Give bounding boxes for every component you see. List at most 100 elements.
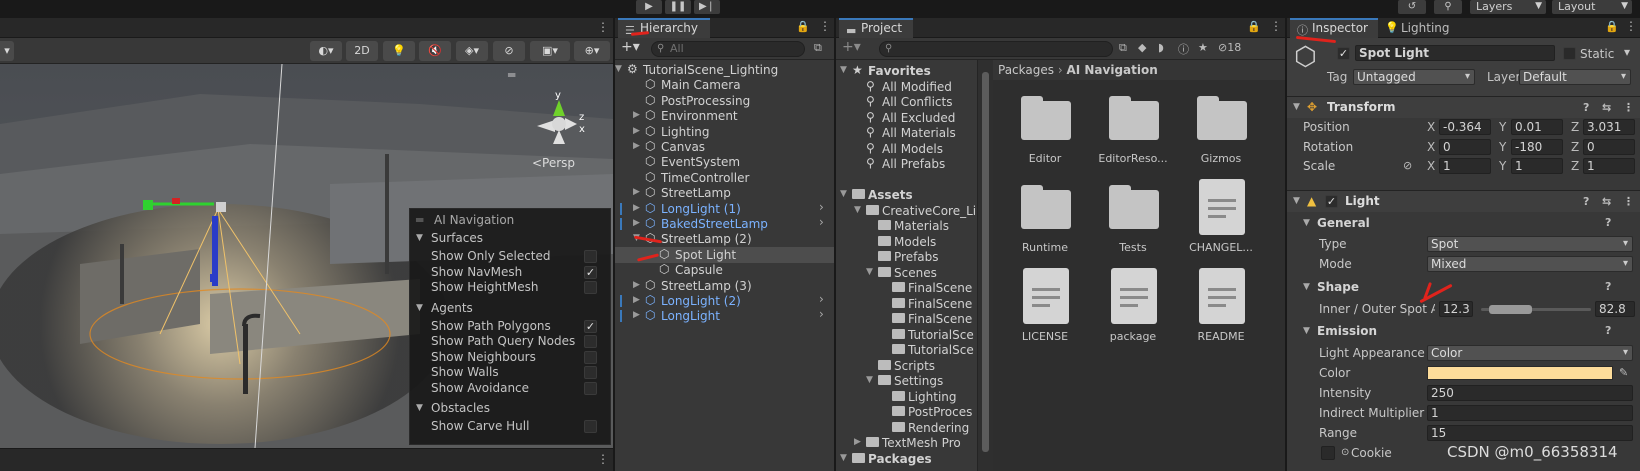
- overlay-option[interactable]: Show Neighbours: [410, 350, 610, 366]
- overlay-option[interactable]: Show HeightMesh: [410, 280, 610, 296]
- intensity-field[interactable]: 250: [1427, 385, 1633, 401]
- asset-item[interactable]: Gizmos: [1179, 90, 1259, 180]
- project-tree-item[interactable]: ▼ CreativeCore_Li: [836, 203, 977, 219]
- rotation-z-field[interactable]: 0: [1583, 138, 1635, 155]
- hierarchy-item[interactable]: ▶ ⬡ StreetLamp: [615, 185, 834, 201]
- overlay-option-checkbox[interactable]: ✓: [584, 319, 597, 333]
- overlay-option[interactable]: Show Walls: [410, 365, 610, 381]
- preset-icon[interactable]: ⇆: [1602, 191, 1611, 212]
- axis-y-label[interactable]: Y: [1499, 159, 1506, 173]
- lighting-toggle-icon[interactable]: 💡: [383, 41, 415, 61]
- add-icon[interactable]: +▾: [621, 39, 640, 55]
- drag-handle-icon[interactable]: ═: [416, 213, 423, 227]
- scale-x-field[interactable]: 1: [1439, 158, 1491, 174]
- mode-2d-toggle[interactable]: 2D: [346, 41, 378, 61]
- project-tree-item[interactable]: FinalScene: [836, 296, 977, 312]
- project-tree-item[interactable]: ⚲ All Modified: [836, 79, 977, 95]
- hierarchy-item[interactable]: ⬡ TimeController: [615, 170, 834, 186]
- project-tree-item[interactable]: Models: [836, 234, 977, 250]
- hidden-objects-icon[interactable]: ⊘: [493, 41, 525, 61]
- help-icon[interactable]: ?: [1605, 280, 1611, 293]
- lock-icon[interactable]: 🔒: [796, 20, 810, 33]
- hierarchy-item[interactable]: ⬡ Capsule: [615, 262, 834, 278]
- mode-dropdown[interactable]: Mixed: [1427, 256, 1633, 272]
- cookie-slot[interactable]: [1321, 446, 1335, 460]
- inner-spot-field[interactable]: 12.3: [1439, 301, 1473, 317]
- axis-z-label[interactable]: Z: [1571, 140, 1579, 154]
- project-search-input[interactable]: ⚲: [879, 41, 1113, 57]
- collapsed-arrow-icon[interactable]: ▶: [633, 203, 640, 213]
- range-field[interactable]: 15: [1427, 425, 1633, 441]
- appearance-dropdown[interactable]: Color: [1427, 345, 1633, 361]
- preset-icon[interactable]: ⇆: [1602, 97, 1611, 118]
- overlay-section-surfaces[interactable]: ▼ Surfaces: [410, 231, 610, 247]
- scale-y-field[interactable]: 1: [1511, 158, 1563, 174]
- spot-angle-slider[interactable]: [1481, 305, 1591, 314]
- tool-dropdown[interactable]: ▾: [0, 41, 14, 61]
- expanded-arrow-icon[interactable]: ▼: [615, 64, 622, 74]
- overlay-option[interactable]: Show Avoidance: [410, 381, 610, 397]
- asset-item[interactable]: Editor: [1003, 90, 1083, 180]
- gizmos-toggle-icon[interactable]: ⊕▾: [574, 41, 610, 61]
- perspective-label[interactable]: <Persp: [532, 156, 575, 170]
- collapsed-arrow-icon[interactable]: ▶: [633, 110, 640, 120]
- add-icon[interactable]: +▾: [842, 39, 861, 55]
- tag-dropdown[interactable]: Untagged: [1353, 69, 1475, 85]
- hierarchy-item[interactable]: ▶ ⬡ StreetLamp (3): [615, 278, 834, 294]
- project-tree-item[interactable]: ▼ Scenes: [836, 265, 977, 281]
- breadcrumb-packages[interactable]: Packages: [998, 63, 1054, 77]
- constrain-proportions-icon[interactable]: ⊘: [1403, 159, 1412, 172]
- overlay-option-checkbox[interactable]: [584, 381, 597, 395]
- prefab-open-arrow-icon[interactable]: ›: [819, 292, 824, 306]
- filter-label-icon[interactable]: ◗: [1158, 41, 1164, 54]
- type-dropdown[interactable]: Spot: [1427, 236, 1633, 252]
- more-options-icon[interactable]: ⋮: [819, 19, 831, 33]
- project-tree-item[interactable]: PostProces: [836, 404, 977, 420]
- tab-lighting[interactable]: 💡 Lighting: [1383, 18, 1473, 38]
- project-tree-item[interactable]: ⚲ All Excluded: [836, 110, 977, 126]
- camera-settings-icon[interactable]: ▣▾: [530, 41, 570, 61]
- project-tree-item[interactable]: FinalScene: [836, 280, 977, 296]
- static-checkbox[interactable]: [1563, 47, 1576, 60]
- axis-x-label[interactable]: X: [1427, 120, 1435, 134]
- overlay-section-agents[interactable]: ▼ Agents: [410, 301, 610, 317]
- project-tree-item[interactable]: Materials: [836, 218, 977, 234]
- project-tree-item[interactable]: Prefabs: [836, 249, 977, 265]
- indirect-field[interactable]: 1: [1427, 405, 1633, 421]
- project-tree-item[interactable]: TutorialSce: [836, 342, 977, 358]
- more-options-icon[interactable]: ⋮: [1270, 19, 1282, 33]
- overlay-option[interactable]: Show Path Query Nodes: [410, 334, 610, 350]
- light-enabled-checkbox[interactable]: ✓: [1325, 195, 1338, 208]
- target-icon[interactable]: ⊙: [1341, 447, 1349, 458]
- overlay-option-checkbox[interactable]: [584, 350, 597, 364]
- hierarchy-item[interactable]: ▶ ⬡ Environment: [615, 108, 834, 124]
- project-tree-item[interactable]: ⚲ All Conflicts: [836, 94, 977, 110]
- hierarchy-item[interactable]: ⬡ EventSystem: [615, 154, 834, 170]
- hierarchy-search-input[interactable]: ⚲ All: [651, 41, 805, 57]
- shape-section[interactable]: ▼ Shape ?: [1287, 280, 1640, 298]
- overlay-section-obstacles[interactable]: ▼ Obstacles: [410, 401, 610, 417]
- project-tree-item[interactable]: Lighting: [836, 389, 977, 405]
- collapsed-arrow-icon[interactable]: ▶: [633, 126, 640, 136]
- overlay-option-checkbox[interactable]: [584, 420, 597, 433]
- foldout-arrow-icon[interactable]: ▼: [1303, 282, 1310, 292]
- info-icon[interactable]: ⓘ: [1178, 41, 1189, 57]
- expanded-arrow-icon[interactable]: ▼: [866, 267, 873, 277]
- collapsed-arrow-icon[interactable]: ▶: [633, 187, 640, 197]
- overlay-option-checkbox[interactable]: [584, 281, 597, 294]
- eyedropper-icon[interactable]: ✎: [1619, 366, 1628, 379]
- spot-angle-range[interactable]: [1488, 305, 1532, 314]
- step-icon[interactable]: ▶❘: [694, 0, 720, 14]
- asset-item[interactable]: EditorReso...: [1091, 90, 1171, 180]
- light-header[interactable]: ▼ ▲ ✓ Light ? ⇆ ⋮: [1287, 190, 1640, 212]
- collapsed-arrow-icon[interactable]: ▶: [633, 141, 640, 151]
- search-by-type-icon[interactable]: ⧉: [1119, 41, 1127, 55]
- object-name-field[interactable]: Spot Light: [1355, 45, 1555, 61]
- axis-z-label[interactable]: Z: [1571, 120, 1579, 134]
- position-y-field[interactable]: 0.01: [1511, 119, 1563, 135]
- hierarchy-item[interactable]: ▶ ⬡ BakedStreetLamp ›: [615, 215, 834, 232]
- asset-item[interactable]: Tests: [1091, 179, 1171, 269]
- foldout-arrow-icon[interactable]: ▼: [416, 403, 423, 413]
- layout-dropdown[interactable]: Layout ▼: [1552, 0, 1632, 14]
- hierarchy-item[interactable]: ▶ ⬡ LongLight (2) ›: [615, 292, 834, 309]
